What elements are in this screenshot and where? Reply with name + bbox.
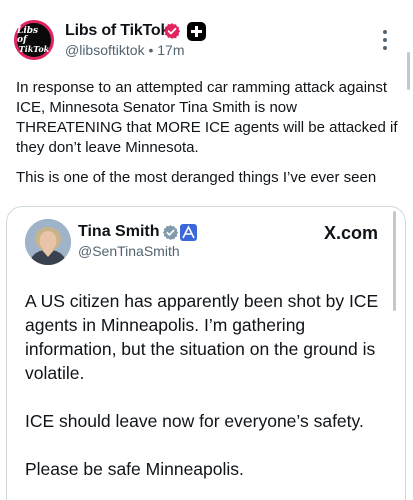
quoted-paragraph: Please be safe Minneapolis.: [25, 459, 244, 479]
verified-badge-icon: [163, 23, 181, 39]
author-name[interactable]: Libs of TikTok: [65, 22, 169, 40]
government-badge-icon: [180, 224, 197, 241]
source-label: X.com: [324, 223, 379, 243]
separator-dot: •: [148, 42, 154, 58]
gray-check-badge-icon: [162, 225, 179, 240]
post-time[interactable]: 17m: [157, 42, 184, 58]
author-handle-line: @libsoftiktok • 17m: [65, 42, 185, 58]
quoted-tweet-card[interactable]: Tina Smith @SenTinaSmith X.com A US citi…: [6, 206, 406, 500]
post-paragraph: This is one of the most deranged things …: [16, 169, 377, 186]
affiliate-plus-icon: [187, 22, 206, 41]
avatar-text-line-1: Libs of: [17, 25, 39, 45]
quoted-author-name[interactable]: Tina Smith: [78, 223, 160, 241]
quoted-author-handle[interactable]: @SenTinaSmith: [78, 243, 180, 259]
more-vertical-icon[interactable]: [381, 30, 389, 50]
author-handle[interactable]: @libsoftiktok: [65, 42, 145, 58]
scrollbar-thumb[interactable]: [407, 52, 410, 90]
quoted-paragraph: ICE should leave now for everyone’s safe…: [25, 411, 364, 431]
quoted-text: A US citizen has apparently been shot by…: [25, 289, 389, 500]
quoted-paragraph: A US citizen has apparently been shot by…: [25, 291, 379, 383]
quoted-avatar: [25, 219, 71, 265]
avatar-text-line-2: TikTok: [18, 43, 50, 54]
author-avatar[interactable]: Libs of TikTok: [14, 20, 54, 60]
post-paragraph: In response to an attempted car ramming …: [16, 79, 398, 156]
post-text: In response to an attempted car ramming …: [16, 78, 400, 188]
card-scrollbar-thumb[interactable]: [393, 211, 396, 311]
